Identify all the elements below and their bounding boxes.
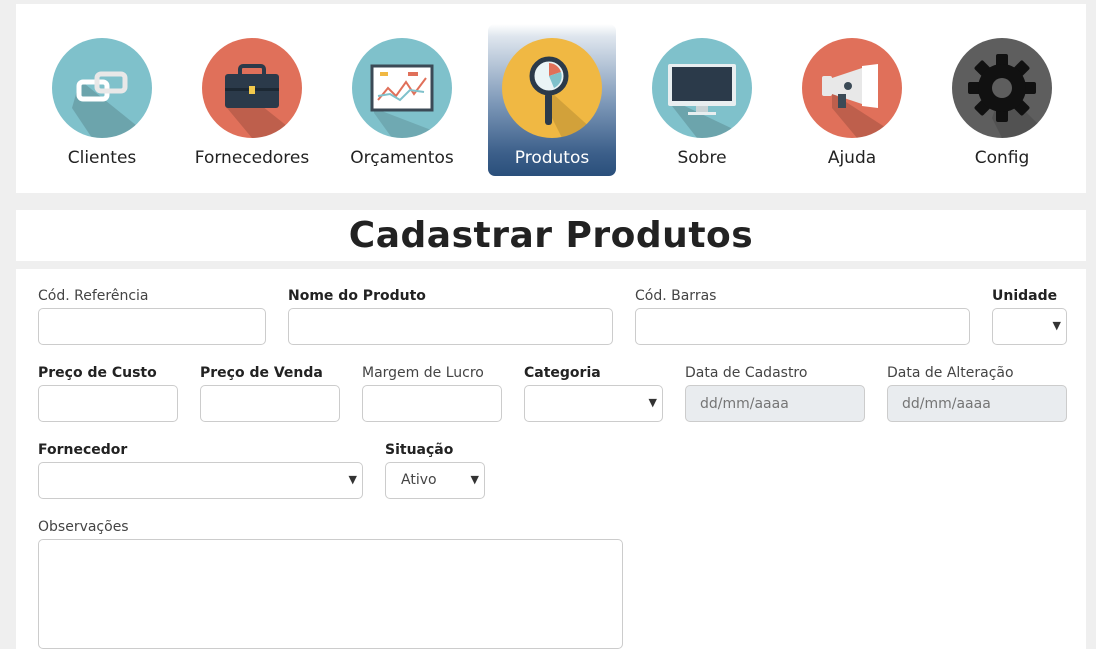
link-icon <box>52 38 152 138</box>
nav-item-produtos[interactable]: Produtos <box>488 24 616 176</box>
title-bar: Cadastrar Produtos <box>16 210 1086 261</box>
monitor-icon <box>652 38 752 138</box>
nav-label: Produtos <box>514 148 590 168</box>
cod-referencia-label: Cód. Referência <box>38 288 149 304</box>
nav-label: Orçamentos <box>350 148 454 168</box>
nav-item-config[interactable]: Config <box>938 24 1066 176</box>
nav-item-clientes[interactable]: Clientes <box>38 24 166 176</box>
observacoes-label: Observações <box>38 519 129 535</box>
data-alteracao-input[interactable] <box>887 385 1067 422</box>
preco-custo-label: Preço de Custo <box>38 365 157 381</box>
nav-item-ajuda[interactable]: Ajuda <box>788 24 916 176</box>
nav-label: Ajuda <box>827 148 877 168</box>
caret-down-icon: ▼ <box>648 396 657 409</box>
product-form: Cód. Referência Nome do Produto Cód. Bar… <box>16 269 1086 649</box>
nome-produto-input[interactable] <box>288 308 613 345</box>
briefcase-icon <box>202 38 302 138</box>
margem-lucro-label: Margem de Lucro <box>362 365 484 381</box>
nav-item-sobre[interactable]: Sobre <box>638 24 766 176</box>
categoria-label: Categoria <box>524 365 601 381</box>
nome-produto-label: Nome do Produto <box>288 288 426 304</box>
fornecedor-select[interactable]: ▼ <box>38 462 363 499</box>
nav-item-fornecedores[interactable]: Fornecedores <box>188 24 316 176</box>
margem-lucro-input[interactable] <box>362 385 502 422</box>
cod-barras-label: Cód. Barras <box>635 288 717 304</box>
main-nav: Clientes Fornecedores Orçamentos Produto… <box>16 4 1086 193</box>
caret-down-icon: ▼ <box>470 473 479 486</box>
nav-label: Clientes <box>67 148 137 168</box>
nav-label: Fornecedores <box>194 148 310 168</box>
preco-custo-input[interactable] <box>38 385 178 422</box>
nav-label: Config <box>974 148 1030 168</box>
situacao-select[interactable]: Ativo ▼ <box>385 462 485 499</box>
nav-label: Sobre <box>677 148 727 168</box>
cod-barras-input[interactable] <box>635 308 970 345</box>
unidade-select[interactable]: ▼ <box>992 308 1067 345</box>
presentation-chart-icon <box>352 38 452 138</box>
gear-icon <box>952 38 1052 138</box>
preco-venda-label: Preço de Venda <box>200 365 323 381</box>
situacao-value: Ativo <box>401 472 437 488</box>
page-title: Cadastrar Produtos <box>348 215 754 256</box>
magnifier-icon <box>502 38 602 138</box>
nav-item-orcamentos[interactable]: Orçamentos <box>338 24 466 176</box>
categoria-select[interactable]: ▼ <box>524 385 663 422</box>
data-cadastro-input[interactable] <box>685 385 865 422</box>
cod-referencia-input[interactable] <box>38 308 266 345</box>
observacoes-textarea[interactable] <box>38 539 623 649</box>
preco-venda-input[interactable] <box>200 385 340 422</box>
situacao-label: Situação <box>385 442 454 458</box>
unidade-label: Unidade <box>992 288 1058 304</box>
caret-down-icon: ▼ <box>1052 319 1061 332</box>
megaphone-icon <box>802 38 902 138</box>
fornecedor-label: Fornecedor <box>38 442 128 458</box>
caret-down-icon: ▼ <box>348 473 357 486</box>
data-alteracao-label: Data de Alteração <box>887 365 1014 381</box>
data-cadastro-label: Data de Cadastro <box>685 365 808 381</box>
